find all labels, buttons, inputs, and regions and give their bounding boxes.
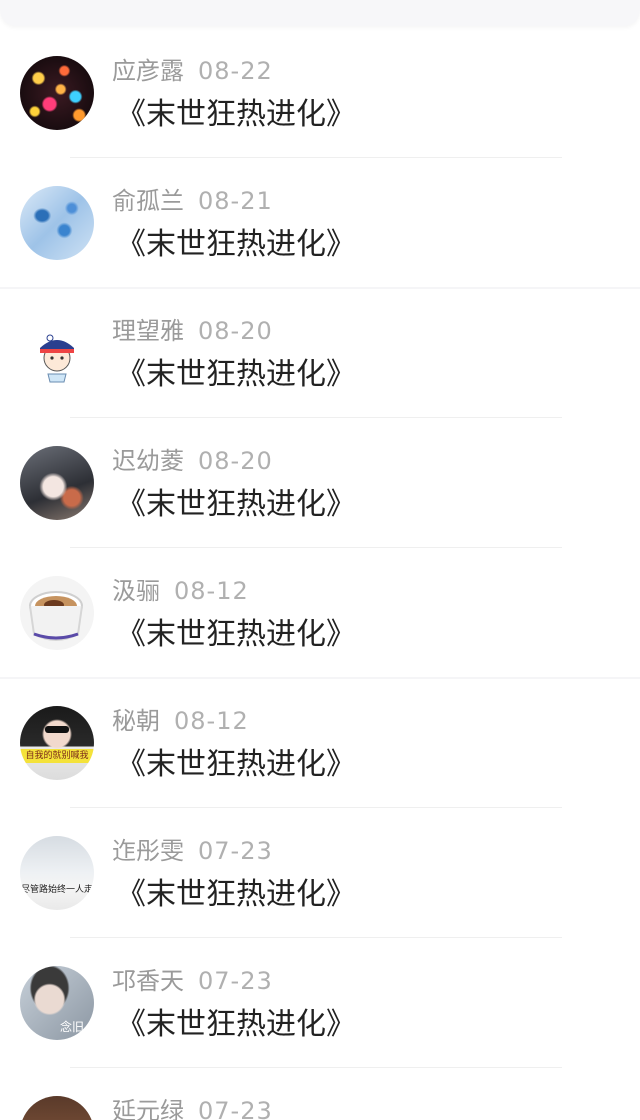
avatar[interactable] [20, 186, 94, 260]
comment-meta: 秘朝 08-12 [112, 706, 249, 736]
comment-meta: 俞孤兰 08-21 [112, 186, 273, 216]
book-title[interactable]: 《末世狂热进化》 [116, 485, 356, 525]
book-title[interactable]: 《末世狂热进化》 [116, 95, 356, 135]
user-name[interactable]: 俞孤兰 [112, 187, 184, 215]
avatar[interactable]: 念旧 [20, 966, 94, 1040]
header-bar [0, 0, 640, 26]
avatar[interactable] [20, 446, 94, 520]
avatar[interactable]: 自我的就别喊我 [20, 706, 94, 780]
comment-meta: 延元绿 07-23 [112, 1096, 273, 1120]
comment-date: 07-23 [198, 1097, 273, 1120]
comment-meta: 迟幼菱 08-20 [112, 446, 273, 476]
list-item[interactable]: 自我的就别喊我 秘朝 08-12 《末世狂热进化》 [0, 678, 640, 808]
comment-date: 08-20 [198, 447, 273, 475]
avatar-caption: 自我的就别喊我 [20, 749, 94, 763]
list-item[interactable]: 念旧 邛香天 07-23 《末世狂热进化》 [0, 938, 640, 1068]
avatar[interactable] [20, 316, 94, 390]
avatar[interactable]: 尽管路始终一人走 [20, 836, 94, 910]
user-name[interactable]: 迮彤雯 [112, 837, 184, 865]
comment-list-page: 应彦露 08-22 《末世狂热进化》 俞孤兰 08-21 《末世狂热进化》 理望雅 0 [0, 0, 640, 1120]
comment-meta: 理望雅 08-20 [112, 316, 273, 346]
comment-meta: 邛香天 07-23 [112, 966, 273, 996]
user-name[interactable]: 汲骊 [112, 577, 160, 605]
list-item[interactable]: 理望雅 08-20 《末世狂热进化》 [0, 288, 640, 418]
avatar[interactable] [20, 576, 94, 650]
comment-date: 08-12 [174, 577, 249, 605]
book-title[interactable]: 《末世狂热进化》 [116, 875, 356, 915]
user-name[interactable]: 秘朝 [112, 707, 160, 735]
book-title[interactable]: 《末世狂热进化》 [116, 225, 356, 265]
book-title[interactable]: 《末世狂热进化》 [116, 355, 356, 395]
avatar-caption: 尽管路始终一人走 [20, 885, 93, 895]
list-item[interactable]: 应彦露 08-22 《末世狂热进化》 [0, 28, 640, 158]
user-name[interactable]: 延元绿 [112, 1097, 184, 1120]
list-item[interactable]: 迟幼菱 08-20 《末世狂热进化》 [0, 418, 640, 548]
list-item[interactable]: 尽管路始终一人走 迮彤雯 07-23 《末世狂热进化》 [0, 808, 640, 938]
list-item[interactable]: 延元绿 07-23 [0, 1068, 640, 1120]
coffee-cup-icon [29, 591, 83, 641]
comment-date: 08-21 [198, 187, 273, 215]
user-name[interactable]: 邛香天 [112, 967, 184, 995]
comment-date: 07-23 [198, 837, 273, 865]
book-title[interactable]: 《末世狂热进化》 [116, 1005, 356, 1045]
avatar[interactable] [20, 1096, 94, 1120]
book-title[interactable]: 《末世狂热进化》 [116, 615, 356, 655]
comment-date: 08-22 [198, 57, 273, 85]
cartoon-character-icon [40, 334, 74, 383]
list-item[interactable]: 俞孤兰 08-21 《末世狂热进化》 [0, 158, 640, 288]
sunglasses-icon [45, 726, 69, 733]
list-item[interactable]: 汲骊 08-12 《末世狂热进化》 [0, 548, 640, 678]
avatar[interactable] [20, 56, 94, 130]
comment-date: 08-12 [174, 707, 249, 735]
user-name[interactable]: 迟幼菱 [112, 447, 184, 475]
user-name[interactable]: 应彦露 [112, 57, 184, 85]
comment-date: 07-23 [198, 967, 273, 995]
comment-meta: 迮彤雯 07-23 [112, 836, 273, 866]
user-name[interactable]: 理望雅 [112, 317, 184, 345]
comment-meta: 汲骊 08-12 [112, 576, 249, 606]
comment-meta: 应彦露 08-22 [112, 56, 273, 86]
comment-date: 08-20 [198, 317, 273, 345]
avatar-caption: 念旧 [59, 1020, 84, 1034]
book-title[interactable]: 《末世狂热进化》 [116, 745, 356, 785]
